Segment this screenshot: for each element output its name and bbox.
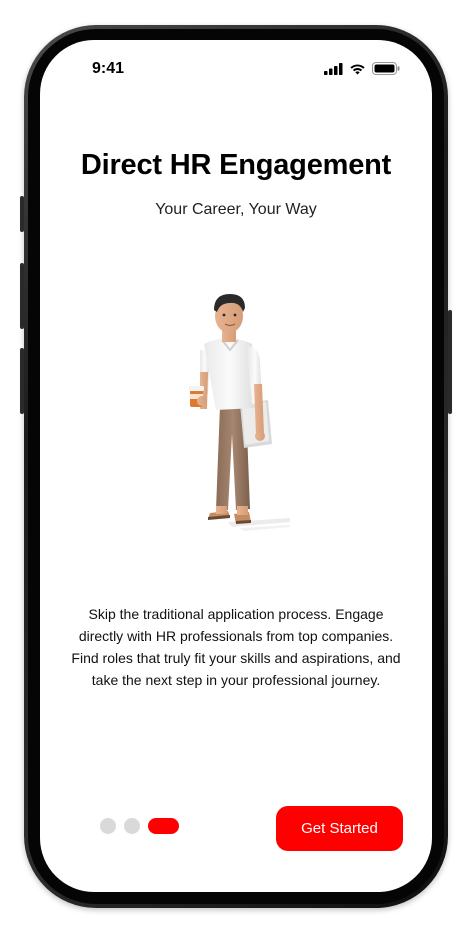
status-bar: 9:41 xyxy=(40,40,432,96)
onboarding-description: Skip the traditional application process… xyxy=(71,606,401,688)
onboarding-title: Direct HR Engagement xyxy=(80,149,392,181)
battery-icon xyxy=(372,62,400,75)
get-started-button[interactable]: Get Started xyxy=(276,806,403,851)
page-indicator[interactable] xyxy=(100,818,179,834)
page-dot-3-active[interactable] xyxy=(148,818,179,834)
onboarding-subtitle: Your Career, Your Way xyxy=(155,201,317,218)
status-time: 9:41 xyxy=(92,60,125,77)
status-icons xyxy=(324,62,400,75)
volume-down-button xyxy=(20,348,24,414)
page-dot-1[interactable] xyxy=(100,818,116,834)
power-button xyxy=(448,310,452,414)
screen: 9:41 Direct HR Engagement Your Career, Y… xyxy=(40,40,432,892)
cellular-signal-icon xyxy=(324,62,343,75)
man-with-coffee-and-laptop-illustration xyxy=(189,294,290,531)
volume-up-button xyxy=(20,263,24,329)
action-button xyxy=(20,196,24,232)
wifi-icon xyxy=(350,63,365,74)
page-dot-2[interactable] xyxy=(124,818,140,834)
